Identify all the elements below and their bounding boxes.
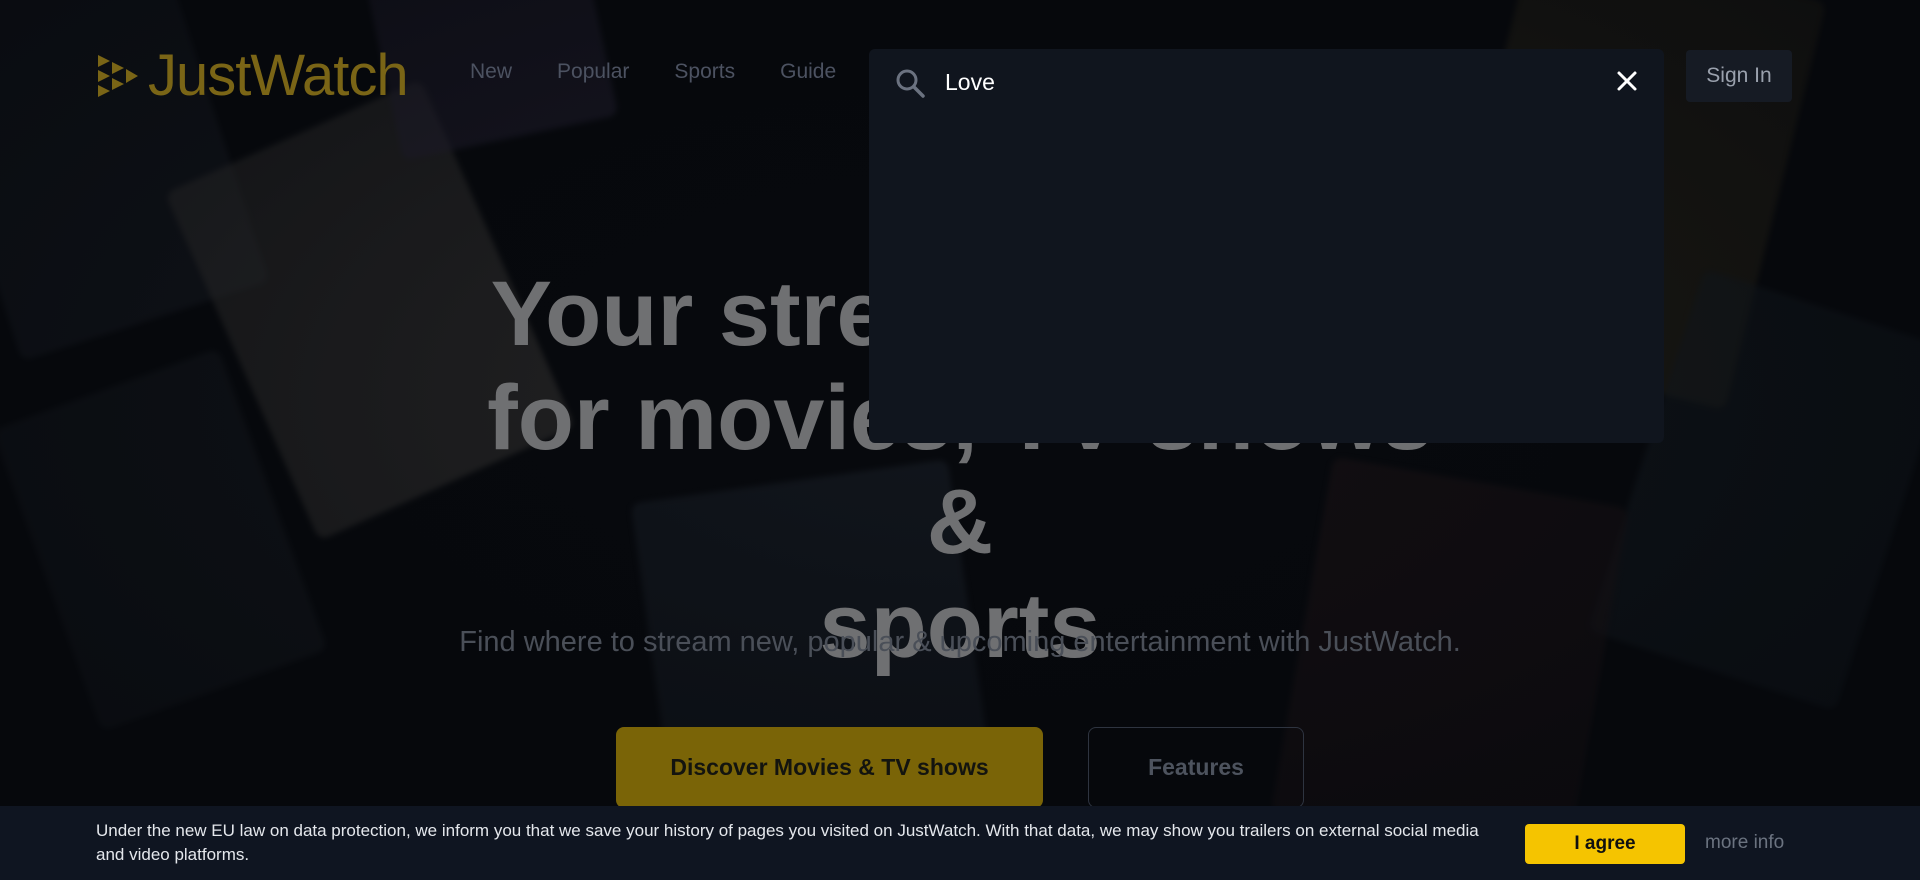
discover-button[interactable]: Discover Movies & TV shows [616, 727, 1043, 808]
agree-button[interactable]: I agree [1525, 824, 1685, 864]
more-info-link[interactable]: more info [1705, 832, 1784, 854]
nav-item-new[interactable]: New [470, 60, 512, 84]
hero-subtitle: Find where to stream new, popular & upco… [459, 626, 1461, 658]
sign-in-button[interactable]: Sign In [1686, 50, 1792, 102]
main-nav: New Popular Sports Guide [470, 60, 836, 84]
features-button[interactable]: Features [1088, 727, 1304, 808]
cookie-banner: Under the new EU law on data protection,… [0, 806, 1920, 880]
close-icon [1617, 71, 1637, 91]
search-panel [869, 49, 1664, 443]
play-triangles-icon [98, 55, 138, 97]
nav-item-guide[interactable]: Guide [780, 60, 836, 84]
nav-item-sports[interactable]: Sports [674, 60, 735, 84]
search-icon [896, 69, 925, 98]
cookie-text: Under the new EU law on data protection,… [96, 821, 1479, 864]
search-input[interactable] [943, 61, 1547, 103]
close-search-button[interactable] [1612, 66, 1642, 96]
nav-item-popular[interactable]: Popular [557, 60, 629, 84]
logo[interactable]: JustWatch [96, 43, 409, 108]
logo-text: JustWatch [148, 43, 409, 108]
